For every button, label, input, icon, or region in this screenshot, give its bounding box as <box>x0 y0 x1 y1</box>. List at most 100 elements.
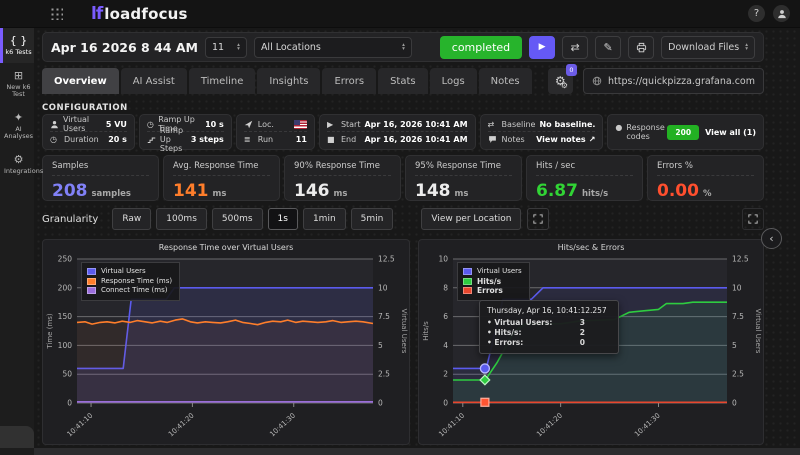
svg-text:200: 200 <box>58 283 73 292</box>
play-icon: ▶ <box>327 120 333 129</box>
app-header: lf loadfocus ? <box>0 0 800 28</box>
list-icon: ≣ <box>244 135 251 144</box>
run-date: Apr 16 2026 8 44 AM <box>51 40 198 55</box>
sidebar-item-k6-tests[interactable]: { }k6 Tests <box>0 28 34 63</box>
print-button[interactable] <box>628 36 654 59</box>
legend-item: Hits/s <box>463 277 522 287</box>
edit-button[interactable]: ✎ <box>595 36 621 59</box>
config-value[interactable]: View notes ↗ <box>536 135 595 144</box>
config-baseline: ⇄BaselineNo baseline. <box>488 118 596 132</box>
sidebar-item-label: Integrations <box>4 168 33 176</box>
granularity-bar: Granularity Raw100ms500ms1s1min5min View… <box>42 207 764 231</box>
view-per-location-button[interactable]: View per Location <box>421 208 521 230</box>
response-code-badge: 200 <box>667 125 699 140</box>
config-card: ⇄BaselineNo baseline.NotesView notes ↗ <box>480 114 604 150</box>
tab-logs[interactable]: Logs <box>430 68 477 94</box>
tabs-bar: OverviewAI AssistTimelineInsightsErrorsS… <box>42 68 764 94</box>
legend-item: Connect Time (ms) <box>87 286 172 296</box>
run-number-select[interactable]: 11 ▴▾ <box>205 37 247 58</box>
settings-button[interactable]: ⚙⚙ 0 <box>548 68 573 94</box>
target-url-field[interactable]: https://quickpizza.grafana.com <box>583 68 764 94</box>
tab-stats[interactable]: Stats <box>378 68 428 94</box>
view-all-link[interactable]: View all (1) <box>705 128 756 137</box>
sidebar: { }k6 Tests ⊞ New k6 Test ✦AI Analyses ⚙ Inte… <box>0 28 34 455</box>
svg-text:2: 2 <box>443 370 448 379</box>
granularity-5min[interactable]: 5min <box>351 208 394 230</box>
globe-icon <box>592 76 602 86</box>
ramp-steps-icon <box>147 135 156 144</box>
config-label: Virtual Users <box>63 115 102 133</box>
sidebar-item-label: New k6 Test <box>4 84 33 99</box>
run-test-button[interactable]: ▶ <box>529 36 555 59</box>
stat-unit: ms <box>213 189 227 199</box>
collapse-panel-button[interactable]: ‹ <box>761 228 782 249</box>
granularity-1s[interactable]: 1s <box>268 208 298 230</box>
svg-text:100: 100 <box>58 341 73 350</box>
sidebar-footer <box>0 426 34 448</box>
legend-swatch <box>87 268 96 275</box>
download-files-label: Download Files <box>668 42 739 53</box>
config-label: Duration <box>64 135 99 144</box>
granularity-100ms[interactable]: 100ms <box>156 208 207 230</box>
config-label: Baseline <box>502 120 536 129</box>
granularity-raw[interactable]: Raw <box>112 208 151 230</box>
config-response-codes: ●Response codes200View all (1) <box>607 114 764 150</box>
response-time-chart-panel: Response Time over Virtual Users25012.52… <box>42 239 410 445</box>
tab-timeline[interactable]: Timeline <box>189 68 256 94</box>
sidebar-item-integrations[interactable]: ⚙ Integrations <box>0 147 34 182</box>
tab-overview[interactable]: Overview <box>42 68 119 94</box>
stat-unit: samples <box>92 189 131 199</box>
chart-title: Hits/sec & Errors <box>419 240 763 253</box>
svg-text:2.5: 2.5 <box>732 370 744 379</box>
help-button[interactable]: ? <box>748 5 765 22</box>
granularity-1min[interactable]: 1min <box>303 208 346 230</box>
plussq-icon: ⊞ <box>14 69 23 82</box>
config-value: No baseline. <box>539 120 595 129</box>
svg-text:12.5: 12.5 <box>378 255 395 264</box>
person-icon <box>50 120 59 129</box>
sidebar-item-label: AI Analyses <box>4 126 33 141</box>
location-select[interactable]: All Locations ▴▾ <box>254 37 412 58</box>
navigation-icon <box>244 120 253 129</box>
legend-item: Response Time (ms) <box>87 277 172 287</box>
legend-label: Virtual Users <box>477 267 522 277</box>
config-run: ≣ Run 11 <box>244 133 307 147</box>
compare-button[interactable]: ⇄ <box>562 36 588 59</box>
loadfocus-logo[interactable]: lf loadfocus <box>91 4 188 24</box>
sidebar-item-label: k6 Tests <box>4 49 33 57</box>
tab-insights[interactable]: Insights <box>257 68 320 94</box>
download-files-select[interactable]: Download Files ▴▾ <box>661 36 755 59</box>
config-notes: NotesView notes ↗ <box>488 133 596 147</box>
tab-ai-assist[interactable]: AI Assist <box>121 68 187 94</box>
stat-label: Errors % <box>657 161 754 176</box>
gear-icon: ⚙ <box>14 153 24 166</box>
svg-text:4: 4 <box>443 341 448 350</box>
svg-text:0: 0 <box>378 399 383 408</box>
app-grid-icon[interactable] <box>50 7 63 20</box>
config-label: Run <box>258 135 273 144</box>
sidebar-item-new-k6-test[interactable]: ⊞ New k6 Test <box>0 63 34 105</box>
stat-card-95-response-time: 95% Response Time148ms <box>405 155 522 201</box>
pencil-icon: ✎ <box>604 41 613 54</box>
legend-swatch <box>87 287 96 294</box>
svg-text:10:41:10: 10:41:10 <box>66 412 95 439</box>
stat-label: Samples <box>52 161 149 176</box>
expand-left-chart-button[interactable] <box>527 208 549 230</box>
granularity-label: Granularity <box>42 214 98 225</box>
user-icon <box>777 9 787 19</box>
legend-label: Errors <box>477 286 503 296</box>
avatar[interactable] <box>773 5 790 22</box>
stat-value: 208 <box>52 181 88 201</box>
granularity-500ms[interactable]: 500ms <box>212 208 263 230</box>
config-card: Virtual Users5 VU◷Duration20 s <box>42 114 135 150</box>
svg-text:10:41:20: 10:41:20 <box>535 412 564 439</box>
config-value: 11 <box>296 135 307 144</box>
expand-right-chart-button[interactable] <box>742 208 764 230</box>
sidebar-item-ai-analyses[interactable]: ✦AI Analyses <box>0 105 34 147</box>
tab-errors[interactable]: Errors <box>322 68 376 94</box>
tab-notes[interactable]: Notes <box>479 68 532 94</box>
location-value: All Locations <box>261 42 321 53</box>
play-icon: ▶ <box>539 42 546 52</box>
stat-card-errors-: Errors %0.00% <box>647 155 764 201</box>
config-label: Ramp Up Steps <box>160 126 187 153</box>
